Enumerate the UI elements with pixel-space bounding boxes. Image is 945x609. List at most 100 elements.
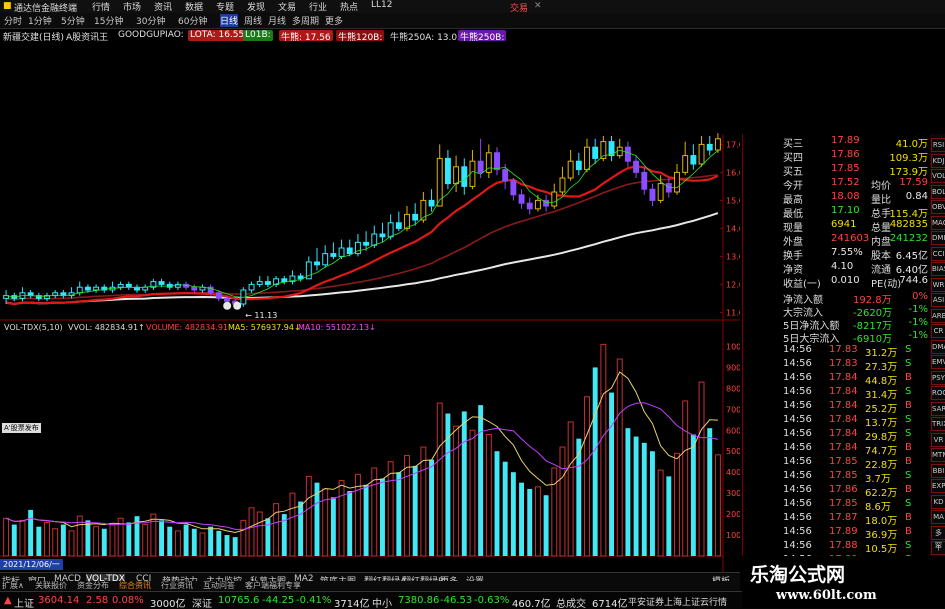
quote-value: 17.52 (831, 177, 860, 188)
tick-price: 17.86 (829, 484, 858, 495)
volume-bar (609, 392, 614, 556)
indicator-emv-icon[interactable]: EMV (931, 355, 945, 369)
quote-row: 现量 6941 总量 482835 (743, 218, 945, 234)
extension-tab-1[interactable]: 关联报价 (35, 580, 67, 591)
candle-body (551, 191, 558, 207)
indicator-dma-icon[interactable]: DMA (931, 339, 945, 354)
volume-bar (641, 442, 647, 556)
candle-body (76, 286, 83, 294)
tick-row: 14:56 17.88 10.5万 S (743, 540, 945, 555)
indicator-macd-icon[interactable]: MACD (931, 215, 945, 230)
indicator-arbr-icon[interactable]: ARBR (931, 308, 945, 323)
indicator-vr-icon[interactable]: VR (931, 432, 945, 447)
indicator-多空-icon[interactable]: 多空 (931, 525, 945, 549)
tick-price: 17.83 (829, 344, 858, 355)
quote-mid-label: PE(动) (871, 279, 902, 290)
volume-bar (502, 461, 508, 556)
indicator-psy-icon[interactable]: PSY (931, 370, 945, 385)
volume-bar (330, 497, 336, 556)
indicator-bias-icon[interactable]: BIAS (931, 262, 945, 276)
indicator-trix-icon[interactable]: TRIX (931, 417, 945, 431)
price-tick-label: 14.00 (726, 224, 740, 233)
flow-row: 大宗流入 -2620万 -1% (743, 303, 945, 319)
volume-bar (404, 454, 410, 557)
indicator-个股-icon[interactable]: 个股 (931, 541, 945, 564)
volume-bar (469, 429, 476, 557)
flow-row: 5日净流入额 -8217万 -1% (743, 316, 945, 332)
tick-volume: 3.7万 (865, 474, 891, 485)
tick-side: S (905, 540, 912, 551)
indicator-rsi-icon[interactable]: RSI (931, 138, 945, 152)
extension-tabs: 扩展∧ 关联报价 资金分布 综合资讯 行业资讯 互动问答 客户端福利专享 (0, 581, 740, 591)
indicator-cci-icon[interactable]: CCI (931, 246, 945, 261)
extension-tab-4[interactable]: 行业资讯 (161, 580, 193, 591)
volume-bar (616, 358, 623, 557)
volume-bar (551, 467, 558, 557)
indicator-expma-icon[interactable]: EXPMA (931, 479, 945, 493)
indicator-cr-icon[interactable]: CR (931, 324, 945, 338)
candle-body (191, 286, 198, 291)
indicator-dmi-icon[interactable]: DMI (931, 231, 945, 245)
tick-row: 14:56 17.84 25.2万 B (743, 400, 945, 415)
extension-tab-6[interactable]: 客户端福利专享 (245, 580, 301, 591)
ma10-value: MA10: 551022.13↓ (298, 323, 376, 332)
indicator-bbi-icon[interactable]: BBI (931, 463, 945, 478)
indicator-kd-icon[interactable]: KD (931, 494, 945, 509)
tick-volume: 8.6万 (865, 502, 891, 513)
candle-body (281, 278, 288, 283)
candle-body (624, 146, 631, 162)
indicator-boll-icon[interactable]: BOLL (931, 184, 945, 199)
quote-row: 外盘 241603 内盘 241232 (743, 232, 945, 248)
volume-bar (150, 513, 157, 557)
sz-label[interactable]: 深证 (192, 595, 212, 609)
volume-bar (142, 524, 149, 557)
volume-header: VOL-TDX(5,10) VVOL: 482834.91↑ VOLUME: 4… (0, 323, 740, 335)
extension-tab-5[interactable]: 互动问答 (203, 580, 235, 591)
candle-body (584, 146, 590, 171)
zx-label[interactable]: 中小 (372, 595, 392, 609)
indicator-ma-icon[interactable]: MA (931, 510, 945, 524)
tick-time: 14:56 (783, 526, 812, 537)
volume-bar (412, 465, 418, 556)
sidebox-button[interactable]: A'股票发布 (2, 423, 41, 433)
tick-row: 14:56 17.89 36.9万 B (743, 526, 945, 541)
kline-chart[interactable]: 17.00 16.00 15.00 14.00 13.00 12.00 11.00 10000… (0, 0, 740, 572)
extension-tab-3[interactable]: 综合资讯 (119, 580, 151, 591)
tick-volume: 18.0万 (865, 516, 898, 527)
sh-label[interactable]: 上证 (14, 595, 34, 609)
candle-body (379, 233, 386, 238)
tick-volume: 13.7万 (865, 418, 898, 429)
vol-indicator-name[interactable]: VOL-TDX(5,10) (4, 323, 63, 332)
indicator-asi-icon[interactable]: ASI (931, 293, 945, 307)
quote-row: 收益(一) 0.010 PE(动) 744.6 (743, 274, 945, 290)
candle-body (682, 155, 689, 173)
volume-bar (592, 367, 598, 556)
indicator-mtm-icon[interactable]: MTM (931, 448, 945, 462)
indicator-roc-icon[interactable]: ROC (931, 386, 945, 400)
extension-tab-0[interactable]: 扩展∧ (2, 580, 24, 591)
candle-body (633, 160, 640, 173)
tick-row: 14:56 17.84 29.8万 S (743, 428, 945, 443)
indicator-obv-icon[interactable]: OBV (931, 200, 945, 214)
candle-body (592, 146, 599, 159)
total-value: 6714亿 (592, 599, 628, 609)
candle-body (567, 160, 574, 179)
extension-tab-2[interactable]: 资金分布 (77, 580, 109, 591)
volume-tick-label: 8000 (726, 384, 740, 393)
volume-bar (510, 472, 516, 556)
indicator-kdj-icon[interactable]: KDJ (931, 153, 945, 168)
indicator-sar-icon[interactable]: SAR (931, 401, 945, 416)
volume-bar (559, 446, 566, 557)
candle-body (93, 286, 100, 291)
quote-right-value: 17.59 (899, 177, 928, 188)
flow-value: -6910万 (853, 334, 893, 345)
candle-body (346, 247, 353, 255)
quote-value: 4.10 (831, 261, 854, 272)
tick-time: 14:56 (783, 372, 812, 383)
sz-percent: -0.41% (296, 595, 332, 606)
quote-row: 买四 17.86 109.3万 (743, 148, 945, 164)
candle-body (125, 283, 132, 288)
indicator-vol-icon[interactable]: VOL (931, 169, 945, 183)
indicator-wr-icon[interactable]: WR (931, 277, 945, 292)
quote-value: 17.89 (831, 135, 860, 146)
